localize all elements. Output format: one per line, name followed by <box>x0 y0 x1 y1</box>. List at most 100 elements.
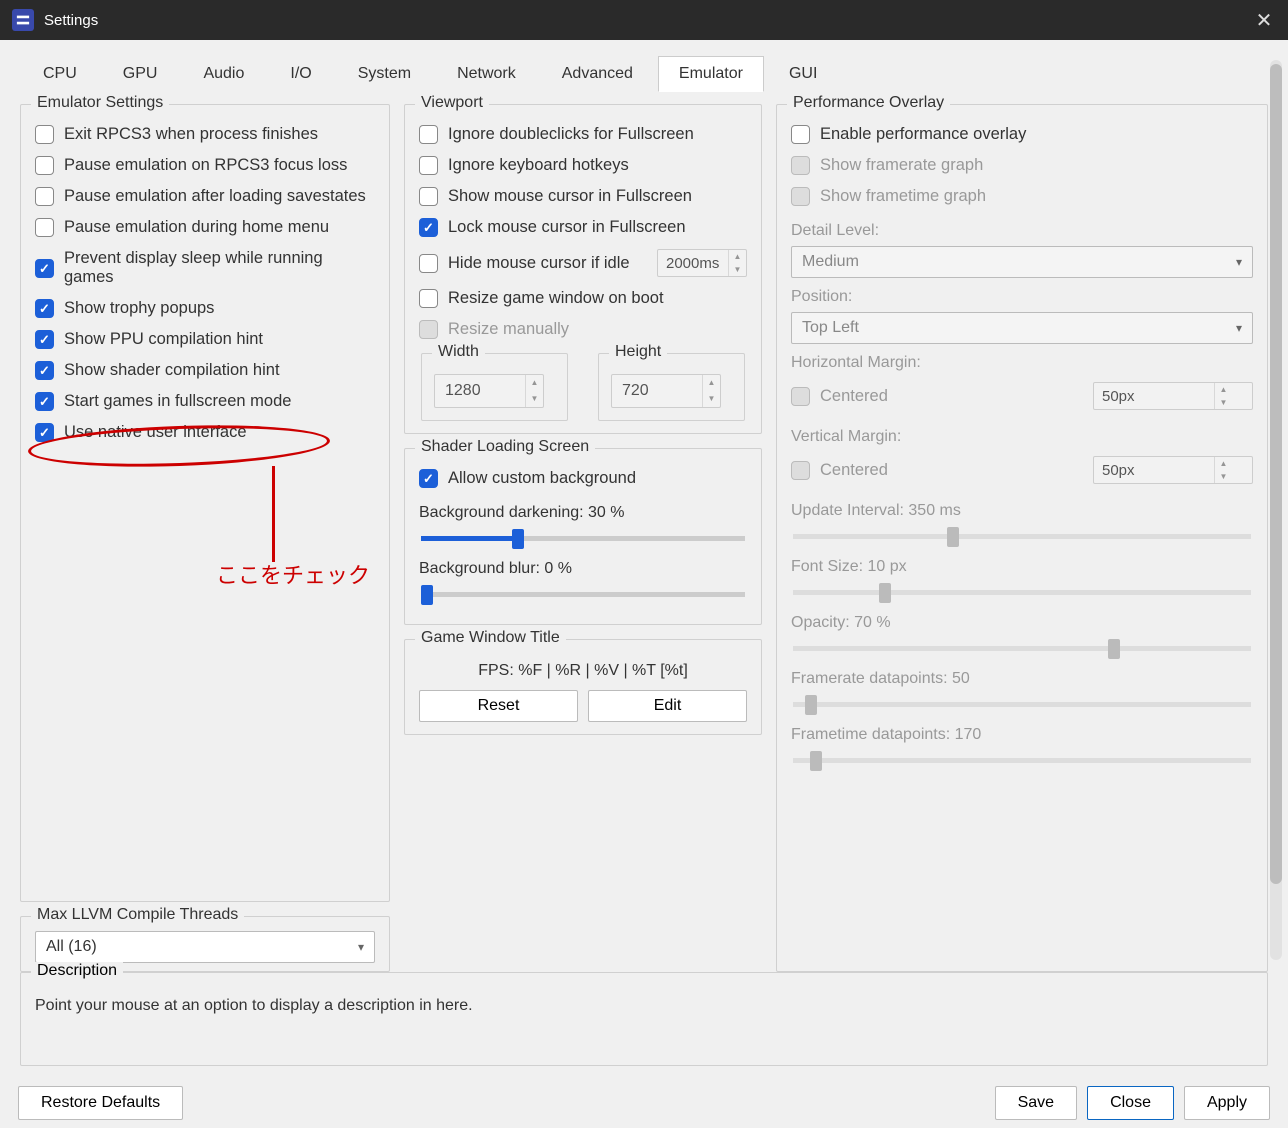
lab-enable-overlay: Enable performance overlay <box>820 125 1026 144</box>
height-legend: Height <box>609 343 667 361</box>
cb-prevent-sleep[interactable] <box>35 259 54 278</box>
lab-pause-home-menu: Pause emulation during home menu <box>64 218 329 237</box>
group-width: Width ▲▼ <box>421 353 568 421</box>
lab-resize-boot: Resize game window on boot <box>448 289 664 308</box>
cb-exit-on-finish[interactable] <box>35 125 54 144</box>
cb-trophy-popups[interactable] <box>35 299 54 318</box>
spin-up-icon[interactable]: ▲ <box>729 250 746 263</box>
llvm-legend: Max LLVM Compile Threads <box>31 906 244 924</box>
cb-resize-boot[interactable] <box>419 289 438 308</box>
spin-down-icon[interactable]: ▼ <box>729 263 746 276</box>
cb-pause-focus-loss[interactable] <box>35 156 54 175</box>
input-hide-cursor-timeout[interactable] <box>658 252 728 275</box>
lab-v-centered: Centered <box>820 461 888 480</box>
spin-width: ▲▼ <box>434 374 544 408</box>
select-position: Top Left ▾ <box>791 312 1253 344</box>
slider-bg-blur[interactable] <box>421 584 745 606</box>
lab-update-interval: Update Interval: 350 ms <box>791 502 1253 520</box>
cb-native-ui[interactable] <box>35 423 54 442</box>
tab-emulator[interactable]: Emulator <box>658 56 764 92</box>
tab-advanced[interactable]: Advanced <box>541 56 654 92</box>
cb-ignore-dblclick[interactable] <box>419 125 438 144</box>
lab-opacity: Opacity: 70 % <box>791 614 1253 632</box>
tab-audio[interactable]: Audio <box>182 56 265 92</box>
select-llvm-threads[interactable]: All (16) ▾ <box>35 931 375 963</box>
lab-pause-savestate: Pause emulation after loading savestates <box>64 187 366 206</box>
lab-h-centered: Centered <box>820 387 888 406</box>
lab-position: Position: <box>791 288 1253 306</box>
lab-ignore-hotkeys: Ignore keyboard hotkeys <box>448 156 629 175</box>
description-legend: Description <box>31 962 123 980</box>
tab-gui[interactable]: GUI <box>768 56 838 92</box>
scrollbar-thumb[interactable] <box>1270 64 1282 884</box>
slider-framerate-pts <box>793 694 1251 716</box>
window-title: Settings <box>44 12 98 29</box>
perf-legend: Performance Overlay <box>787 94 950 112</box>
lab-hide-cursor: Hide mouse cursor if idle <box>448 254 630 273</box>
cb-frametime-graph <box>791 187 810 206</box>
cb-ignore-hotkeys[interactable] <box>419 156 438 175</box>
group-viewport: Viewport Ignore doubleclicks for Fullscr… <box>404 104 762 434</box>
spin-down-icon: ▼ <box>1215 396 1232 409</box>
slider-opacity <box>793 638 1251 660</box>
cb-fullscreen[interactable] <box>35 392 54 411</box>
lab-show-cursor: Show mouse cursor in Fullscreen <box>448 187 692 206</box>
lab-frametime-graph: Show frametime graph <box>820 187 986 206</box>
cb-lock-cursor[interactable] <box>419 218 438 237</box>
select-position-value: Top Left <box>802 319 859 337</box>
tab-gpu[interactable]: GPU <box>102 56 179 92</box>
cb-pause-home-menu[interactable] <box>35 218 54 237</box>
spin-down-icon: ▼ <box>1215 470 1232 483</box>
group-shader-loading: Shader Loading Screen Allow custom backg… <box>404 448 762 625</box>
tab-strip: CPU GPU Audio I/O System Network Advance… <box>0 40 1288 92</box>
lab-prevent-sleep: Prevent display sleep while running game… <box>64 249 375 287</box>
lab-h-margin: Horizontal Margin: <box>791 354 1253 372</box>
cb-framerate-graph <box>791 156 810 175</box>
cb-enable-overlay[interactable] <box>791 125 810 144</box>
cb-pause-savestate[interactable] <box>35 187 54 206</box>
spin-up-icon: ▲ <box>526 375 543 391</box>
content-area: Emulator Settings Exit RPCS3 when proces… <box>0 92 1288 972</box>
game-window-title-format: FPS: %F | %R | %V | %T [%t] <box>419 662 747 680</box>
slider-bg-darkening[interactable] <box>421 528 745 550</box>
lab-resize-manual: Resize manually <box>448 320 569 339</box>
footer: Restore Defaults Save Close Apply <box>0 1078 1288 1128</box>
edit-button[interactable]: Edit <box>588 690 747 722</box>
lab-v-margin: Vertical Margin: <box>791 428 1253 446</box>
lab-trophy-popups: Show trophy popups <box>64 299 214 318</box>
chevron-down-icon: ▾ <box>358 940 364 954</box>
cb-custom-bg[interactable] <box>419 469 438 488</box>
save-button[interactable]: Save <box>995 1086 1077 1120</box>
tab-io[interactable]: I/O <box>269 56 332 92</box>
spin-down-icon: ▼ <box>526 391 543 407</box>
close-icon[interactable]: ✕ <box>1252 8 1276 32</box>
tab-cpu[interactable]: CPU <box>22 56 98 92</box>
reset-button[interactable]: Reset <box>419 690 578 722</box>
spin-v-margin: ▲▼ <box>1093 456 1253 484</box>
chevron-down-icon: ▾ <box>1236 321 1242 335</box>
scrollbar[interactable] <box>1270 60 1282 960</box>
select-detail-level: Medium▾ <box>791 246 1253 278</box>
close-button[interactable]: Close <box>1087 1086 1174 1120</box>
lab-framerate-graph: Show framerate graph <box>820 156 983 175</box>
cb-show-cursor[interactable] <box>419 187 438 206</box>
cb-hide-cursor[interactable] <box>419 254 438 273</box>
lab-ppu-hint: Show PPU compilation hint <box>64 330 263 349</box>
spin-height: ▲▼ <box>611 374 721 408</box>
cb-v-centered <box>791 461 810 480</box>
cb-shader-hint[interactable] <box>35 361 54 380</box>
spin-hide-cursor-timeout[interactable]: ▲▼ <box>657 249 747 277</box>
lab-pause-focus-loss: Pause emulation on RPCS3 focus loss <box>64 156 347 175</box>
apply-button[interactable]: Apply <box>1184 1086 1270 1120</box>
input-h-margin <box>1094 385 1214 408</box>
restore-defaults-button[interactable]: Restore Defaults <box>18 1086 183 1120</box>
lab-detail-level: Detail Level: <box>791 222 1253 240</box>
cb-h-centered <box>791 387 810 406</box>
tab-system[interactable]: System <box>337 56 432 92</box>
input-height <box>612 377 702 405</box>
lab-native-ui: Use native user interface <box>64 423 247 442</box>
cb-ppu-hint[interactable] <box>35 330 54 349</box>
select-detail-level-value: Medium <box>802 253 859 271</box>
tab-network[interactable]: Network <box>436 56 537 92</box>
lab-shader-hint: Show shader compilation hint <box>64 361 280 380</box>
